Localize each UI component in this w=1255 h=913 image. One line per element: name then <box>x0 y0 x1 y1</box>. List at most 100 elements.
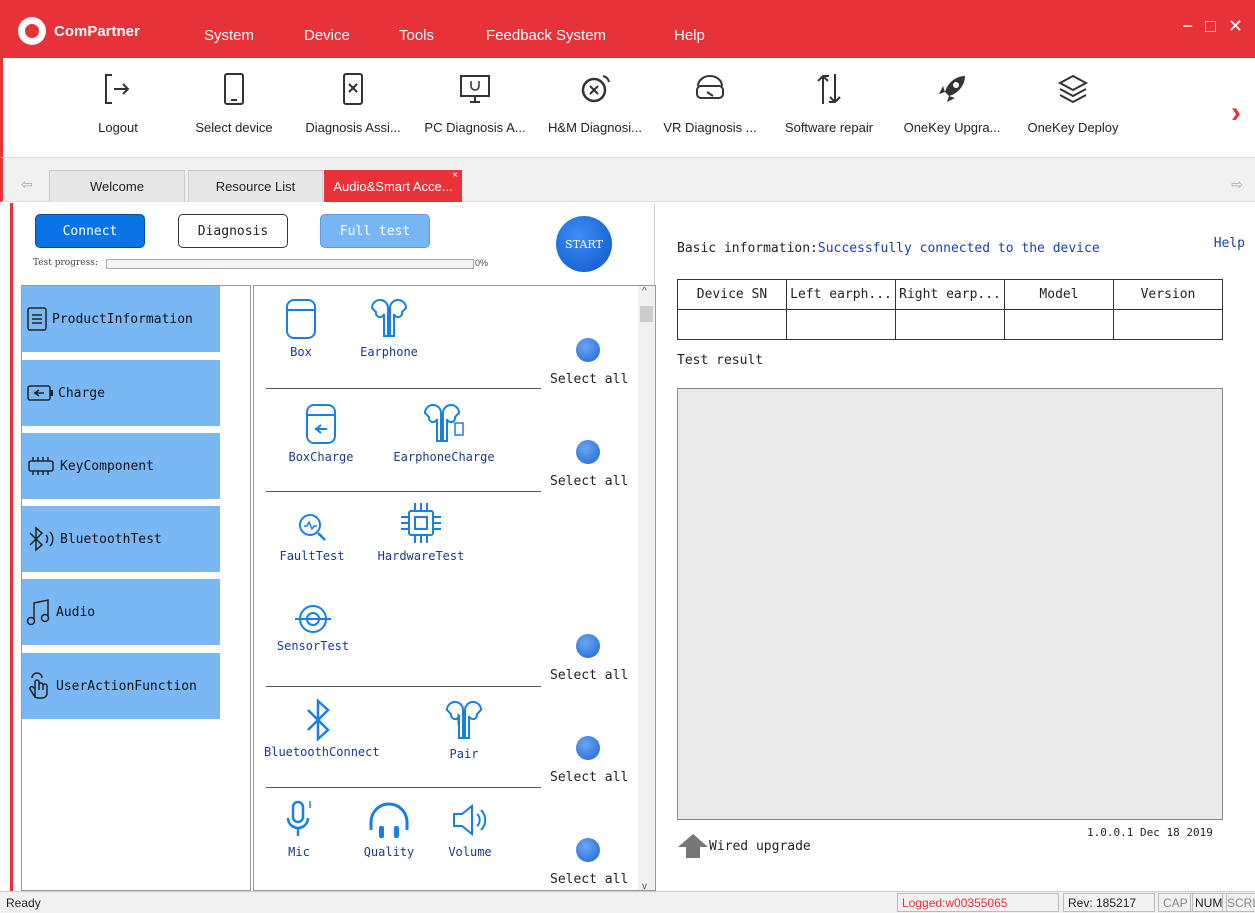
status-revision: Rev: 185217 <box>1063 893 1155 912</box>
scroll-down-icon[interactable]: v <box>642 881 647 890</box>
tab-welcome[interactable]: Welcome <box>49 170 185 202</box>
table-cell <box>1113 309 1223 340</box>
toolbar-scroll-right-icon[interactable]: › <box>1231 96 1241 130</box>
category-label: Charge <box>58 385 105 401</box>
item-box[interactable]: Box <box>276 296 326 359</box>
status-scrl: SCRL <box>1222 893 1255 912</box>
item-bluetooth-connect[interactable]: BluetoothConnect <box>264 698 380 759</box>
menu-feedback-system[interactable]: Feedback System <box>486 27 606 44</box>
hm-diagnosis-button[interactable]: H&M Diagnosi... <box>535 72 655 135</box>
test-result-label: Test result <box>677 353 764 368</box>
onekey-upgrade-button[interactable]: OneKey Upgra... <box>892 72 1012 135</box>
category-key-component[interactable]: KeyComponent <box>22 433 220 499</box>
select-all-toggle[interactable] <box>576 634 600 658</box>
upload-arrow-icon <box>678 834 708 858</box>
software-repair-button[interactable]: Software repair <box>769 72 889 135</box>
item-volume-label: Volume <box>448 845 492 859</box>
item-box-charge-label: BoxCharge <box>288 450 354 464</box>
box-charge-icon <box>306 404 336 444</box>
version-label: 1.0.0.1 Dec 18 2019 <box>1087 826 1213 839</box>
table-header-row: Device SN Left earph... Right earp... Mo… <box>677 279 1223 310</box>
full-test-button[interactable]: Full test <box>320 214 430 248</box>
select-all-toggle[interactable] <box>576 838 600 862</box>
bluetooth-icon <box>29 526 54 552</box>
progress-value: 0% <box>475 258 489 268</box>
software-repair-label: Software repair <box>784 120 874 135</box>
pc-diagnosis-label: PC Diagnosis A... <box>424 120 526 135</box>
vr-headset-icon <box>696 75 724 99</box>
item-volume[interactable]: Volume <box>440 798 500 859</box>
wired-upgrade-button[interactable]: Wired upgrade <box>677 833 811 859</box>
category-charge[interactable]: Charge <box>22 360 220 426</box>
category-list: ProductInformation Charge KeyComponent B… <box>21 285 251 891</box>
earphone-charge-icon <box>423 404 464 442</box>
group-divider <box>266 686 541 687</box>
select-all-label: Select all <box>550 872 629 887</box>
help-link[interactable]: Help <box>1214 236 1245 251</box>
logout-button[interactable]: Logout <box>58 72 178 135</box>
diagnosis-phone-icon <box>343 73 363 105</box>
category-label: BluetoothTest <box>60 531 162 547</box>
device-info-table: Device SN Left earph... Right earp... Mo… <box>677 279 1223 340</box>
pc-diagnosis-button[interactable]: PC Diagnosis A... <box>415 72 535 135</box>
minimize-button[interactable]: − <box>1183 16 1194 37</box>
item-sensor-test-label: SensorTest <box>276 639 350 653</box>
maximize-button[interactable]: □ <box>1205 16 1216 37</box>
tab-resource-list[interactable]: Resource List <box>188 170 323 202</box>
connect-button[interactable]: Connect <box>35 214 145 248</box>
table-cell <box>677 309 787 340</box>
column-header: Device SN <box>677 279 787 310</box>
volume-icon <box>453 803 487 837</box>
item-list-scrollbar[interactable]: ^ v <box>638 286 655 890</box>
group-divider <box>266 787 541 788</box>
table-cell <box>786 309 896 340</box>
item-box-label: Box <box>290 345 312 359</box>
select-device-button[interactable]: Select device <box>174 72 294 135</box>
item-pair[interactable]: Pair <box>434 698 494 761</box>
item-mic[interactable]: Mic <box>274 798 324 859</box>
item-quality[interactable]: Quality <box>354 798 424 859</box>
diagnosis-button[interactable]: Diagnosis <box>178 214 288 248</box>
tab-audio-smart[interactable]: Audio&Smart Acce... × <box>324 170 462 202</box>
menu-device[interactable]: Device <box>304 27 350 44</box>
item-fault-test-label: FaultTest <box>279 549 345 563</box>
item-fault-test[interactable]: FaultTest <box>272 508 352 563</box>
tab-scroll-left-icon[interactable]: ⇦ <box>21 176 33 193</box>
item-hardware-test[interactable]: HardwareTest <box>366 500 476 563</box>
vr-diagnosis-button[interactable]: VR Diagnosis ... <box>650 72 770 135</box>
start-button[interactable]: START <box>556 216 612 272</box>
item-box-charge[interactable]: BoxCharge <box>276 401 366 464</box>
tab-scroll-right-icon[interactable]: ⇨ <box>1231 176 1243 193</box>
select-all-toggle[interactable] <box>576 338 600 362</box>
column-header: Version <box>1113 279 1223 310</box>
tab-resource-list-label: Resource List <box>215 179 296 194</box>
item-hardware-test-label: HardwareTest <box>377 549 465 563</box>
close-button[interactable]: ✕ <box>1228 16 1243 37</box>
status-cap: CAP <box>1158 893 1193 912</box>
select-all-toggle[interactable] <box>576 736 600 760</box>
scroll-thumb[interactable] <box>640 306 653 322</box>
item-sensor-test[interactable]: SensorTest <box>268 602 358 653</box>
diagnosis-assistant-button[interactable]: Diagnosis Assi... <box>293 72 413 135</box>
category-user-action-function[interactable]: UserActionFunction <box>22 653 220 719</box>
item-earphone-charge[interactable]: EarphoneCharge <box>384 401 504 464</box>
menu-system[interactable]: System <box>204 27 254 44</box>
logout-icon <box>105 74 130 104</box>
select-all-toggle[interactable] <box>576 440 600 464</box>
hm-diagnosis-label: H&M Diagnosi... <box>548 120 642 135</box>
category-product-information[interactable]: ProductInformation <box>22 286 220 352</box>
item-earphone[interactable]: Earphone <box>349 296 429 359</box>
tab-close-icon[interactable]: × <box>452 170 458 181</box>
menu-help[interactable]: Help <box>674 27 705 44</box>
category-bluetooth-test[interactable]: BluetoothTest <box>22 506 220 572</box>
earphone-pair-icon <box>445 701 483 739</box>
item-quality-label: Quality <box>363 845 415 859</box>
category-audio[interactable]: Audio <box>22 579 220 645</box>
mic-icon <box>286 800 311 836</box>
onekey-deploy-button[interactable]: OneKey Deploy <box>1013 72 1133 135</box>
item-pair-label: Pair <box>449 747 479 761</box>
basic-info-label: Basic information: <box>677 241 818 256</box>
test-item-list: Box Earphone Select all BoxCharge Earpho… <box>253 285 656 891</box>
menu-tools[interactable]: Tools <box>399 27 434 44</box>
scroll-up-icon[interactable]: ^ <box>642 286 647 297</box>
